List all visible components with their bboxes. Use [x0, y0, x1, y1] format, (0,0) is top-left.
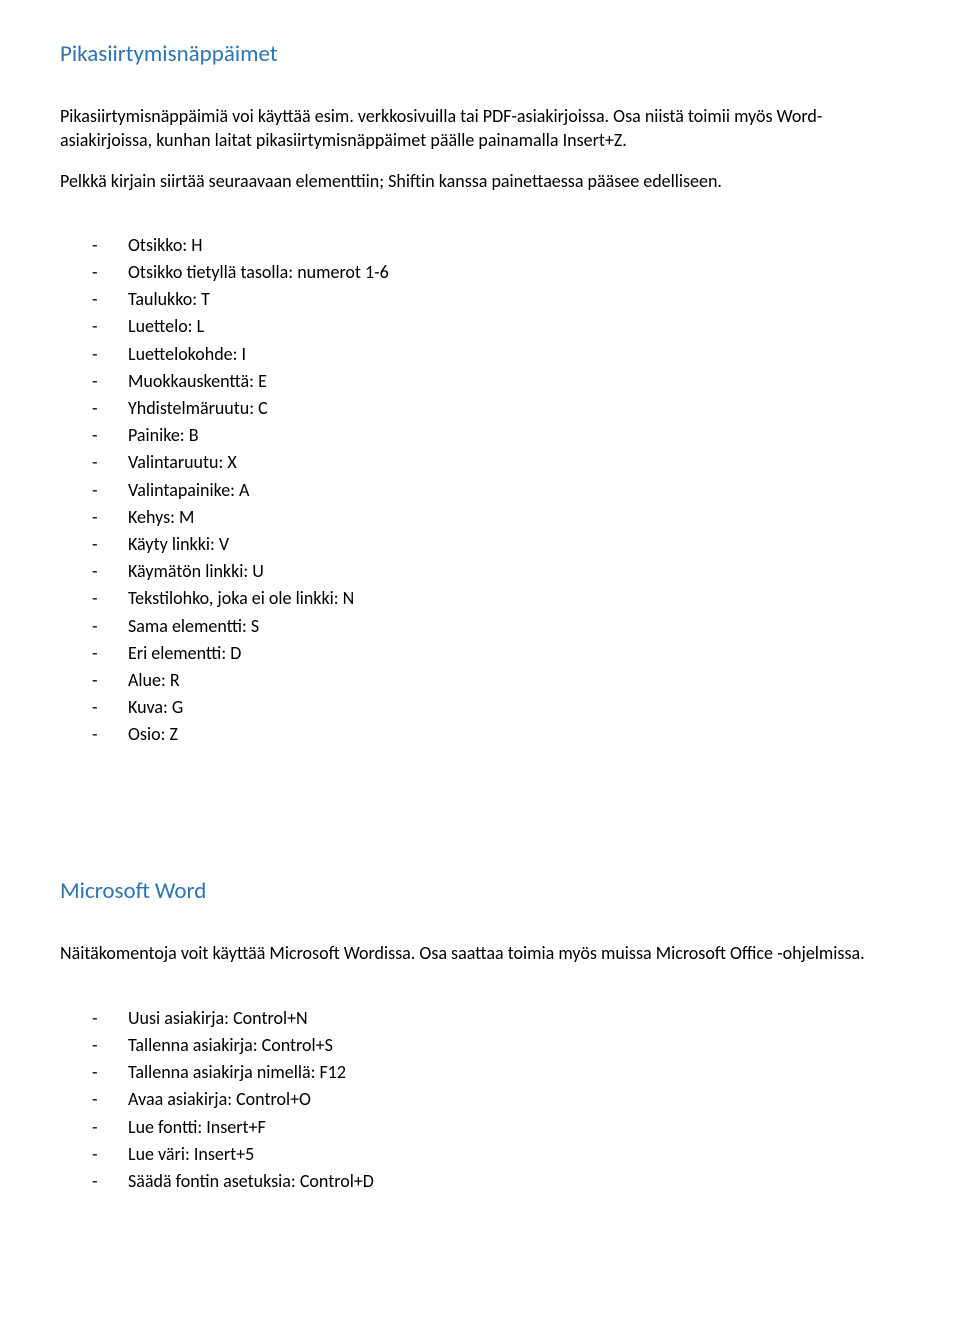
list-item: Lue fontti: Insert+F	[92, 1115, 900, 1140]
list-item: Osio: Z	[92, 722, 900, 747]
list-item: Painike: B	[92, 423, 900, 448]
list-item: Kuva: G	[92, 695, 900, 720]
list-item: Käyty linkki: V	[92, 532, 900, 557]
list-item: Valintaruutu: X	[92, 450, 900, 475]
list-item: Otsikko: H	[92, 233, 900, 258]
list-item: Sama elementti: S	[92, 614, 900, 639]
intro-paragraph-2: Pelkkä kirjain siirtää seuraavaan elemen…	[60, 169, 900, 193]
list-item: Yhdistelmäruutu: C	[92, 396, 900, 421]
list-item: Taulukko: T	[92, 287, 900, 312]
list-item: Luettelokohde: I	[92, 342, 900, 367]
intro-paragraph-1: Pikasiirtymisnäppäimiä voi käyttää esim.…	[60, 104, 900, 153]
list-item: Kehys: M	[92, 505, 900, 530]
list-item: Alue: R	[92, 668, 900, 693]
list-item: Otsikko tietyllä tasolla: numerot 1-6	[92, 260, 900, 285]
word-shortcuts-list: Uusi asiakirja: Control+NTallenna asiaki…	[92, 1006, 900, 1194]
list-item: Lue väri: Insert+5	[92, 1142, 900, 1167]
list-item: Muokkauskenttä: E	[92, 369, 900, 394]
list-item: Tallenna asiakirja nimellä: F12	[92, 1060, 900, 1085]
shortcuts-list: Otsikko: HOtsikko tietyllä tasolla: nume…	[92, 233, 900, 748]
list-item: Luettelo: L	[92, 314, 900, 339]
list-item: Valintapainike: A	[92, 478, 900, 503]
list-item: Säädä fontin asetuksia: Control+D	[92, 1169, 900, 1194]
list-item: Uusi asiakirja: Control+N	[92, 1006, 900, 1031]
list-item: Tallenna asiakirja: Control+S	[92, 1033, 900, 1058]
list-item: Avaa asiakirja: Control+O	[92, 1087, 900, 1112]
word-intro-paragraph: Näitäkomentoja voit käyttää Microsoft Wo…	[60, 941, 900, 965]
section-heading-word: Microsoft Word	[60, 877, 900, 905]
list-item: Tekstilohko, joka ei ole linkki: N	[92, 586, 900, 611]
list-item: Eri elementti: D	[92, 641, 900, 666]
list-item: Käymätön linkki: U	[92, 559, 900, 584]
section-heading-shortcuts: Pikasiirtymisnäppäimet	[60, 40, 900, 68]
